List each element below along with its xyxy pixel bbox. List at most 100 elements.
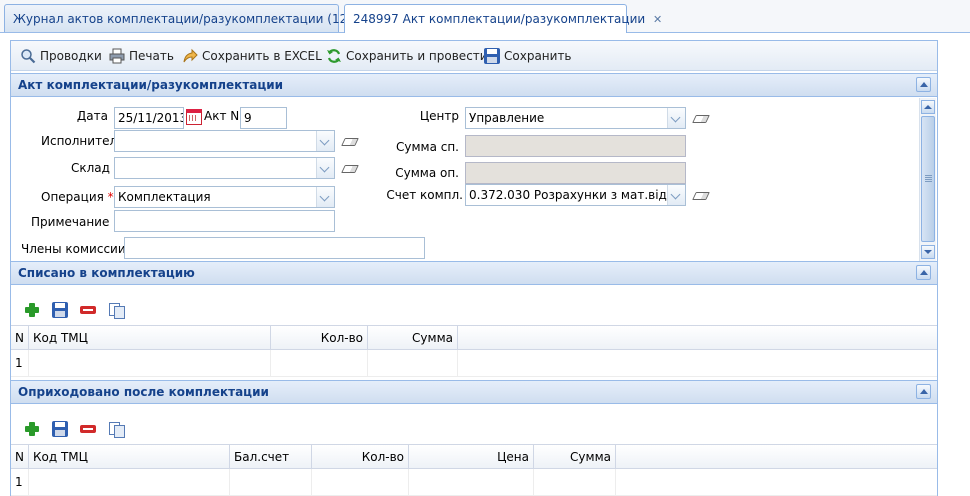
postings-label: Проводки (40, 49, 102, 63)
document-frame: Проводки Печать Сохранить в EXCEL Сохран… (10, 40, 938, 496)
chevron-down-icon[interactable] (316, 131, 334, 151)
save-icon[interactable] (52, 302, 68, 318)
written-off-header: Списано в комплектацию (11, 261, 937, 285)
scroll-down-icon[interactable] (921, 245, 935, 259)
act-form: Дата 25/11/2013 Акт N 9 Исполнитель Скла… (11, 98, 937, 261)
note-field[interactable] (114, 210, 335, 232)
table-row[interactable]: 1 (11, 469, 937, 496)
warehouse-combo[interactable] (114, 157, 335, 179)
chevron-down-icon[interactable] (667, 108, 685, 128)
cell-qty[interactable] (312, 469, 409, 495)
eraser-icon[interactable] (693, 190, 707, 200)
save-icon[interactable] (52, 421, 68, 437)
date-label: Дата (76, 109, 108, 123)
col-code[interactable]: Код ТМЦ (29, 326, 271, 350)
center-combo[interactable]: Управление (465, 107, 686, 129)
copy-icon[interactable] (108, 421, 125, 438)
commission-field[interactable] (124, 237, 425, 259)
cell-code[interactable] (29, 350, 271, 376)
export-arrow-icon (182, 48, 198, 64)
required-marker: * (107, 190, 114, 204)
postings-button[interactable]: Проводки (20, 47, 102, 65)
cell-code[interactable] (29, 469, 230, 495)
save-button[interactable]: Сохранить (484, 47, 572, 65)
delete-row-icon[interactable] (80, 421, 96, 437)
chevron-down-icon[interactable] (667, 185, 685, 205)
eraser-icon[interactable] (342, 136, 356, 146)
table-row[interactable]: 1 (11, 350, 937, 377)
col-account[interactable]: Бал.счет (230, 445, 312, 469)
save-and-post-button[interactable]: Сохранить и провести (326, 47, 488, 65)
col-price[interactable]: Цена (409, 445, 534, 469)
executor-combo[interactable] (114, 130, 335, 152)
collapse-icon[interactable] (916, 265, 931, 280)
commission-label: Члены комиссии (21, 242, 126, 256)
tab-act-label: 248997 Акт комплектации/разукомплектации (353, 12, 646, 26)
sum-op-field (465, 162, 686, 184)
received-header: Оприходовано после комплектации (11, 380, 937, 404)
act-panel-header: Акт комплектации/разукомплектации (11, 73, 937, 97)
cell-sum[interactable] (534, 469, 616, 495)
printer-icon (109, 48, 125, 64)
cell-sum[interactable] (368, 350, 458, 376)
col-code[interactable]: Код ТМЦ (29, 445, 230, 469)
account-combo[interactable]: 0.372.030 Розрахунки з мат.відпов (465, 184, 686, 206)
print-label: Печать (129, 49, 174, 63)
scroll-thumb[interactable] (921, 116, 935, 242)
eraser-icon[interactable] (342, 163, 356, 173)
tab-act[interactable]: 248997 Акт комплектации/разукомплектации… (344, 4, 662, 33)
print-button[interactable]: Печать (109, 47, 174, 65)
operation-label-text: Операция (41, 190, 104, 204)
tab-bar: Журнал актов комплектации/разукомплектац… (0, 0, 970, 33)
cell-qty[interactable] (271, 350, 368, 376)
col-n[interactable]: N (11, 445, 29, 469)
refresh-icon (326, 48, 342, 64)
date-field[interactable]: 25/11/2013 (114, 107, 184, 129)
col-sum[interactable]: Сумма (368, 326, 458, 350)
act-number-field[interactable]: 9 (240, 107, 287, 129)
account-value: 0.372.030 Розрахунки з мат.відпов (469, 188, 686, 202)
delete-row-icon[interactable] (80, 302, 96, 318)
cell-account[interactable] (230, 469, 312, 495)
col-qty[interactable]: Кол-во (312, 445, 409, 469)
center-label: Центр (419, 109, 459, 123)
col-qty[interactable]: Кол-во (271, 326, 368, 350)
col-n[interactable]: N (11, 326, 29, 350)
received-toolbar (11, 413, 937, 443)
note-label: Примечание (31, 215, 110, 229)
chevron-down-icon[interactable] (316, 158, 334, 178)
written-off-title: Списано в комплектацию (18, 266, 195, 280)
floppy-icon (484, 48, 500, 64)
add-row-icon[interactable] (24, 302, 40, 318)
copy-icon[interactable] (108, 302, 125, 319)
warehouse-label: Склад (71, 161, 110, 175)
sum-op-label: Сумма оп. (395, 166, 459, 180)
collapse-icon[interactable] (916, 384, 931, 399)
save-and-post-label: Сохранить и провести (346, 49, 488, 63)
received-grid-header: N Код ТМЦ Бал.счет Кол-во Цена Сумма (11, 444, 937, 469)
row-number: 1 (11, 350, 29, 376)
chevron-down-icon[interactable] (316, 187, 334, 207)
close-icon[interactable]: ✕ (653, 13, 662, 26)
center-value: Управление (469, 111, 545, 125)
act-number-label: Акт N (204, 109, 240, 123)
collapse-icon[interactable] (916, 77, 931, 92)
account-label: Счет компл. (386, 188, 463, 202)
col-sum[interactable]: Сумма (534, 445, 616, 469)
tab-journal[interactable]: Журнал актов комплектации/разукомплектац… (4, 4, 377, 32)
magnifier-icon (20, 48, 36, 64)
operation-label: Операция * (41, 190, 114, 204)
calendar-icon[interactable] (186, 109, 202, 125)
form-scrollbar[interactable] (919, 98, 936, 261)
toolbar: Проводки Печать Сохранить в EXCEL Сохран… (11, 41, 937, 71)
sum-sp-field (465, 135, 686, 157)
eraser-icon[interactable] (693, 113, 707, 123)
scroll-up-icon[interactable] (921, 100, 935, 114)
add-row-icon[interactable] (24, 421, 40, 437)
cell-price[interactable] (409, 469, 534, 495)
tab-journal-label: Журнал актов комплектации/разукомплектац… (13, 12, 360, 26)
operation-combo[interactable]: Комплектация (114, 186, 335, 208)
written-off-toolbar (11, 294, 937, 324)
written-off-grid-header: N Код ТМЦ Кол-во Сумма (11, 325, 937, 350)
save-excel-button[interactable]: Сохранить в EXCEL (182, 47, 322, 65)
